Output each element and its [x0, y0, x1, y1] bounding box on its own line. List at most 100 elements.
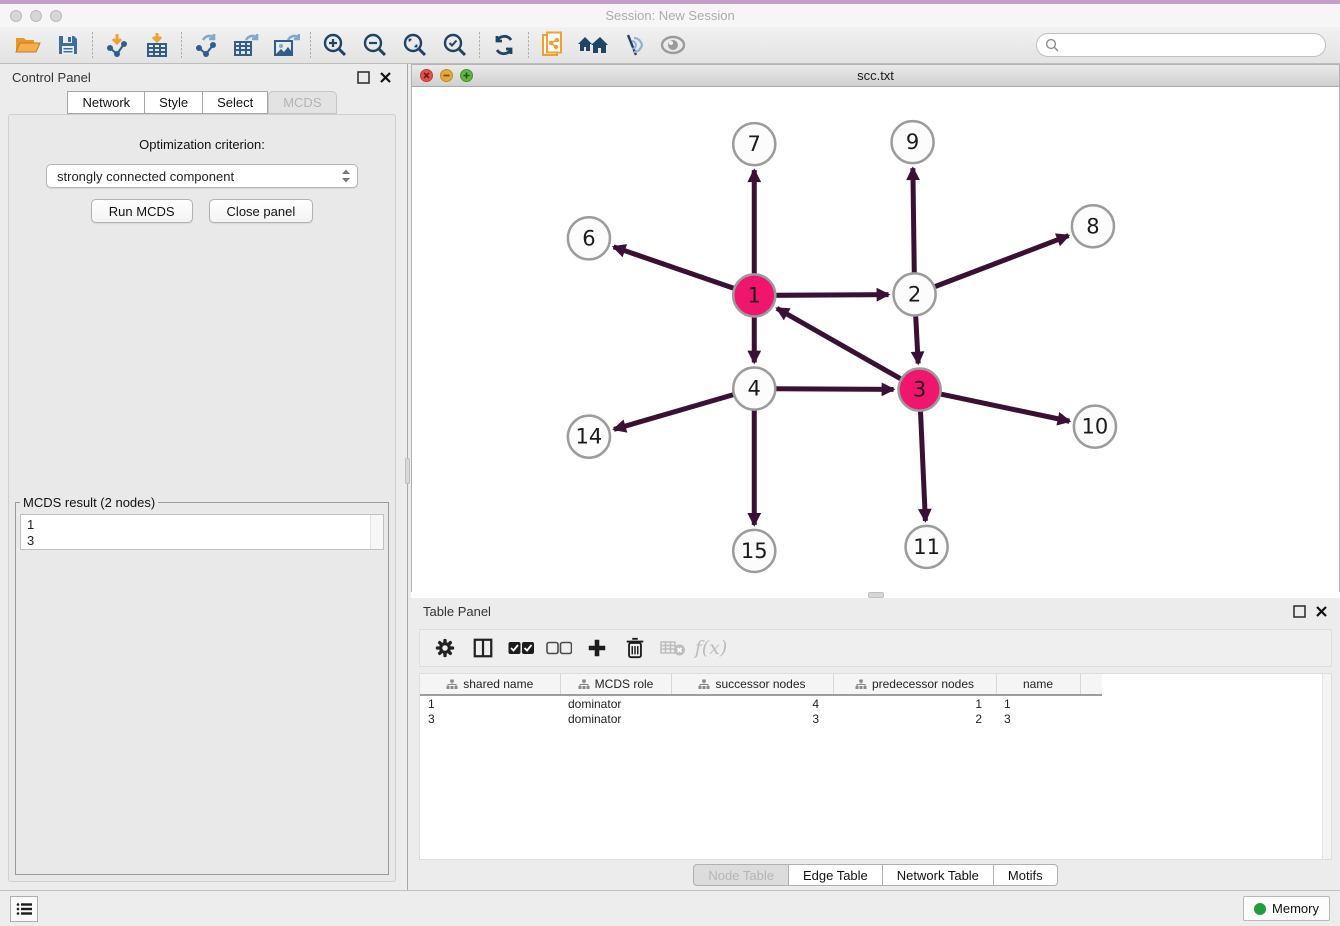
table-row[interactable]: 1dominator411: [420, 695, 1102, 711]
table-settings-button[interactable]: [428, 633, 462, 663]
column-header-shared-name[interactable]: shared name: [420, 674, 560, 695]
save-session-button[interactable]: [48, 29, 88, 61]
criterion-select[interactable]: strongly connected component: [46, 164, 358, 188]
graph-node-3[interactable]: 3: [899, 369, 941, 411]
tab-network[interactable]: Network: [67, 91, 145, 114]
column-header-name[interactable]: name: [996, 674, 1080, 695]
close-panel-icon[interactable]: [379, 71, 392, 84]
result-item[interactable]: 1: [27, 517, 383, 533]
tab-select[interactable]: Select: [203, 91, 268, 114]
close-network-icon[interactable]: [420, 69, 433, 82]
float-panel-icon[interactable]: [1293, 605, 1306, 618]
graph-edge-1-6[interactable]: [614, 247, 735, 289]
show-graphics-details-button[interactable]: [653, 29, 693, 61]
graph-node-6[interactable]: 6: [568, 217, 610, 259]
export-network-button[interactable]: [186, 29, 226, 61]
graph-node-14[interactable]: 14: [568, 416, 610, 458]
result-list-scrollbar[interactable]: [370, 515, 383, 549]
graph-edge-3-1[interactable]: [777, 308, 901, 379]
mcds-result-list[interactable]: 13: [20, 514, 384, 550]
graph-node-10[interactable]: 10: [1074, 406, 1116, 448]
close-window-icon[interactable]: [10, 10, 22, 22]
cell-name[interactable]: 1: [996, 695, 1080, 711]
delete-table-button[interactable]: [656, 633, 690, 663]
refresh-layout-button[interactable]: [484, 29, 524, 61]
tab-edge-table[interactable]: Edge Table: [789, 864, 883, 886]
zoom-selected-button[interactable]: [435, 29, 475, 61]
graph-node-8[interactable]: 8: [1072, 205, 1114, 247]
column-header-successor-nodes[interactable]: successor nodes: [671, 674, 833, 695]
first-neighbors-button[interactable]: [533, 29, 573, 61]
zoom-in-button[interactable]: [315, 29, 355, 61]
tab-node-table[interactable]: Node Table: [693, 864, 789, 886]
graph-edge-1-2[interactable]: [775, 295, 888, 296]
search-input[interactable]: [1059, 38, 1317, 52]
show-columns-button[interactable]: [466, 633, 500, 663]
function-builder-button[interactable]: f(x): [694, 633, 728, 663]
graph-edge-4-3[interactable]: [775, 389, 893, 390]
zoom-fit-button[interactable]: [395, 29, 435, 61]
close-panel-button[interactable]: Close panel: [209, 199, 314, 223]
cell-name[interactable]: 3: [996, 711, 1080, 727]
home-button[interactable]: [573, 29, 613, 61]
cell-successor-nodes[interactable]: 4: [671, 695, 833, 711]
run-mcds-button[interactable]: Run MCDS: [91, 199, 193, 223]
graph-node-1[interactable]: 1: [733, 274, 775, 316]
deselect-all-checks-button[interactable]: [542, 633, 576, 663]
window-traffic-lights[interactable]: [10, 10, 62, 22]
add-row-button[interactable]: [580, 633, 614, 663]
export-image-button[interactable]: [266, 29, 306, 61]
tab-style[interactable]: Style: [145, 91, 203, 114]
cell-predecessor-nodes[interactable]: 1: [833, 695, 996, 711]
cell-predecessor-nodes[interactable]: 2: [833, 711, 996, 727]
delete-row-button[interactable]: [618, 633, 652, 663]
hide-graphics-details-button[interactable]: [613, 29, 653, 61]
minimize-window-icon[interactable]: [30, 10, 42, 22]
graph-node-11[interactable]: 11: [906, 526, 948, 568]
table-scrollbar[interactable]: [1322, 674, 1331, 859]
graph-node-4[interactable]: 4: [733, 368, 775, 410]
graph-node-2[interactable]: 2: [894, 273, 936, 315]
cell-shared-name[interactable]: 3: [420, 711, 560, 727]
result-item[interactable]: 3: [27, 533, 383, 549]
tab-mcds[interactable]: MCDS: [268, 91, 336, 114]
graph-edge-3-10[interactable]: [940, 394, 1069, 421]
zoom-out-button[interactable]: [355, 29, 395, 61]
tab-motifs[interactable]: Motifs: [994, 864, 1058, 886]
column-header-MCDS-role[interactable]: MCDS role: [560, 674, 671, 695]
graph-edge-2-3[interactable]: [916, 315, 919, 363]
graph-edge-2-9[interactable]: [913, 168, 914, 273]
import-table-button[interactable]: [137, 29, 177, 61]
table-row[interactable]: 3dominator323: [420, 711, 1102, 727]
import-network-button[interactable]: [97, 29, 137, 61]
splitter-handle[interactable]: [405, 458, 410, 484]
close-panel-icon[interactable]: [1315, 605, 1328, 618]
cell-shared-name[interactable]: 1: [420, 695, 560, 711]
task-history-button[interactable]: [10, 896, 38, 922]
minimize-network-icon[interactable]: [440, 69, 453, 82]
graph-node-9[interactable]: 9: [892, 121, 934, 163]
splitter-handle[interactable]: [868, 592, 884, 598]
graph-node-7[interactable]: 7: [733, 123, 775, 165]
tab-network-table[interactable]: Network Table: [883, 864, 994, 886]
node-table[interactable]: shared nameMCDS rolesuccessor nodesprede…: [420, 674, 1102, 727]
graph-node-15[interactable]: 15: [733, 530, 775, 572]
export-table-button[interactable]: [226, 29, 266, 61]
graph-edge-2-8[interactable]: [934, 236, 1068, 287]
cell-MCDS-role[interactable]: dominator: [560, 711, 671, 727]
cell-MCDS-role[interactable]: dominator: [560, 695, 671, 711]
search-box[interactable]: [1036, 33, 1326, 57]
column-header-predecessor-nodes[interactable]: predecessor nodes: [833, 674, 996, 695]
maximize-network-icon[interactable]: [460, 69, 473, 82]
float-panel-icon[interactable]: [357, 71, 370, 84]
open-session-button[interactable]: [8, 29, 48, 61]
cell-successor-nodes[interactable]: 3: [671, 711, 833, 727]
horizontal-splitter[interactable]: [411, 592, 1340, 598]
memory-button[interactable]: Memory: [1243, 896, 1330, 921]
select-all-checks-button[interactable]: [504, 633, 538, 663]
network-canvas[interactable]: 7 9 6 8 1 2 4 3 14 10 15 11: [412, 87, 1339, 592]
network-graph[interactable]: 7 9 6 8 1 2 4 3 14 10 15 11: [412, 87, 1339, 592]
zoom-window-icon[interactable]: [50, 10, 62, 22]
graph-edge-3-11[interactable]: [920, 411, 925, 521]
vertical-splitter[interactable]: [404, 64, 411, 890]
